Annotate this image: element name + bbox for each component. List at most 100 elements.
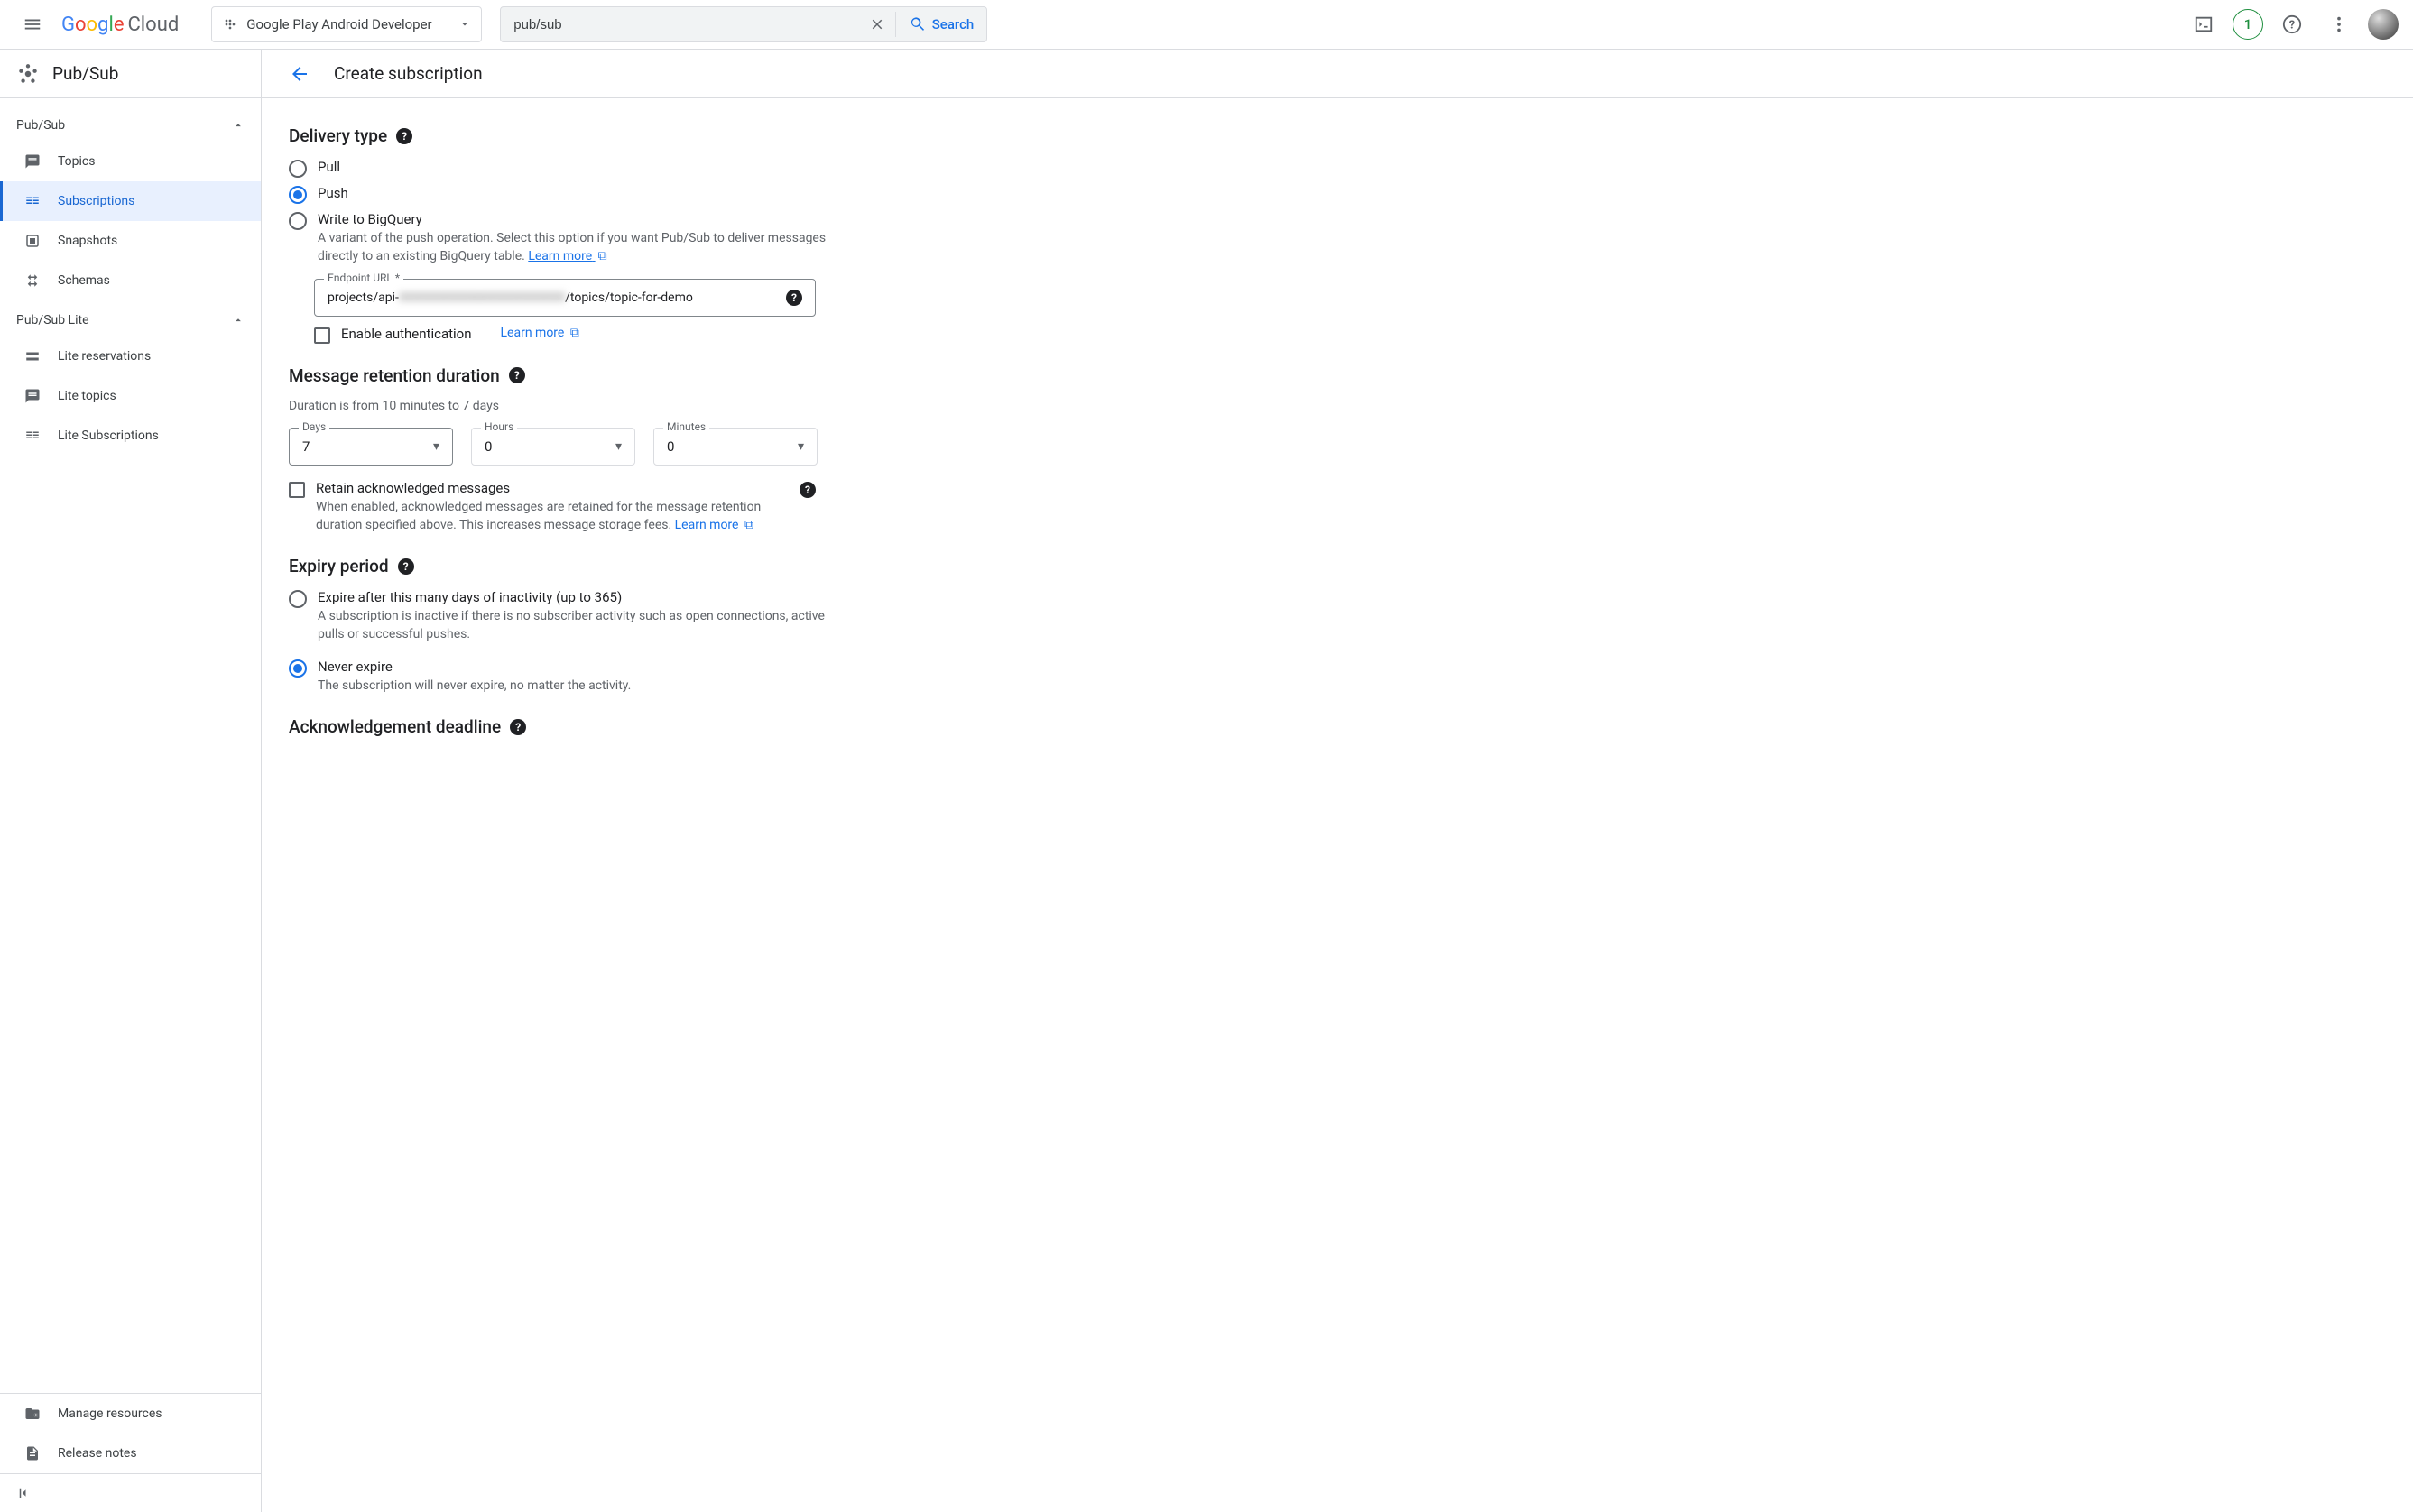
chevron-up-icon bbox=[232, 119, 245, 132]
radio-label: Push bbox=[318, 185, 348, 201]
lite-reservations-icon bbox=[23, 347, 42, 365]
nav-group-pubsub-lite[interactable]: Pub/Sub Lite bbox=[0, 300, 261, 337]
close-icon bbox=[869, 16, 885, 32]
select-value: 0 bbox=[667, 438, 798, 455]
sidebar-item-manage-resources[interactable]: Manage resources bbox=[0, 1394, 261, 1434]
sidebar-item-label: Subscriptions bbox=[58, 194, 134, 208]
nav-group-label: Pub/Sub bbox=[16, 118, 65, 133]
radio-pull[interactable]: Pull bbox=[289, 159, 2386, 178]
page-header: Create subscription bbox=[262, 50, 2413, 98]
endpoint-value-blurred: 0000000000000000000000000 bbox=[399, 290, 565, 305]
google-cloud-logo[interactable]: Google Cloud bbox=[61, 14, 179, 36]
days-select[interactable]: Days 7 ▾ bbox=[289, 428, 453, 466]
field-legend: Hours bbox=[481, 420, 517, 433]
retention-selects: Days 7 ▾ Hours 0 ▾ Minutes 0 ▾ bbox=[289, 428, 2386, 466]
radio-label: Pull bbox=[318, 159, 340, 175]
radio-button-icon bbox=[289, 212, 307, 230]
retain-ack-row: Retain acknowledged messages When enable… bbox=[289, 480, 816, 535]
sidebar-item-lite-reservations[interactable]: Lite reservations bbox=[0, 337, 261, 376]
logo-cloud-text: Cloud bbox=[127, 14, 179, 36]
radio-description: A variant of the push operation. Select … bbox=[318, 229, 832, 266]
nav-group-pubsub[interactable]: Pub/Sub bbox=[0, 106, 261, 142]
retention-heading: Message retention duration ? bbox=[289, 365, 2386, 386]
select-value: 7 bbox=[302, 438, 433, 455]
enable-auth-learn-more-link[interactable]: Learn more ⧉ bbox=[501, 326, 579, 340]
bigquery-learn-more-link[interactable]: Learn more ⧉ bbox=[528, 249, 606, 263]
select-value: 0 bbox=[485, 438, 615, 455]
ack-heading: Acknowledgement deadline ? bbox=[289, 716, 2386, 737]
retain-description: When enabled, acknowledged messages are … bbox=[316, 498, 789, 535]
section-heading-text: Message retention duration bbox=[289, 365, 500, 386]
content: Delivery type ? Pull Push Write to BigQu… bbox=[262, 98, 2413, 1512]
sidebar-item-label: Snapshots bbox=[58, 234, 117, 248]
nav-group-label: Pub/Sub Lite bbox=[16, 313, 89, 327]
retention-help-icon[interactable]: ? bbox=[509, 367, 525, 383]
snapshots-icon bbox=[23, 232, 42, 250]
external-link-icon: ⧉ bbox=[570, 326, 579, 340]
sidebar-item-label: Release notes bbox=[58, 1446, 137, 1461]
sidebar-footer: Manage resources Release notes bbox=[0, 1393, 261, 1473]
sidebar-item-snapshots[interactable]: Snapshots bbox=[0, 221, 261, 261]
cloud-shell-button[interactable] bbox=[2186, 6, 2222, 42]
main: Create subscription Delivery type ? Pull… bbox=[262, 50, 2413, 1512]
trial-count: 1 bbox=[2244, 16, 2252, 32]
enable-auth-checkbox[interactable] bbox=[314, 327, 330, 344]
pubsub-icon bbox=[16, 62, 40, 86]
collapse-icon bbox=[16, 1485, 32, 1501]
account-avatar[interactable] bbox=[2368, 9, 2399, 40]
radio-never-expire[interactable]: Never expire The subscription will never… bbox=[289, 659, 2386, 695]
back-button[interactable] bbox=[283, 58, 316, 90]
retain-ack-checkbox[interactable] bbox=[289, 482, 305, 498]
retain-help-icon[interactable]: ? bbox=[800, 482, 816, 498]
delivery-type-help-icon[interactable]: ? bbox=[396, 128, 412, 144]
nav-menu-button[interactable] bbox=[14, 6, 51, 42]
chevron-down-icon bbox=[459, 19, 470, 30]
radio-push[interactable]: Push bbox=[289, 185, 2386, 204]
topbar: Google Cloud Google Play Android Develop… bbox=[0, 0, 2413, 50]
section-heading-text: Expiry period bbox=[289, 556, 389, 576]
ack-help-icon[interactable]: ? bbox=[510, 719, 526, 735]
radio-button-icon bbox=[289, 590, 307, 608]
sidebar-item-release-notes[interactable]: Release notes bbox=[0, 1434, 261, 1473]
search-button[interactable]: Search bbox=[896, 15, 987, 33]
sidebar-item-schemas[interactable]: Schemas bbox=[0, 261, 261, 300]
sidebar-item-label: Topics bbox=[58, 154, 95, 169]
radio-button-icon bbox=[289, 659, 307, 678]
help-button[interactable]: ? bbox=[2274, 6, 2310, 42]
release-notes-icon bbox=[23, 1444, 42, 1462]
search-input-area bbox=[501, 17, 858, 32]
logo-google-text: Google bbox=[61, 14, 124, 36]
field-legend: Endpoint URL * bbox=[324, 272, 403, 284]
expiry-help-icon[interactable]: ? bbox=[398, 558, 414, 575]
cloud-shell-icon bbox=[2194, 14, 2214, 34]
radio-write-bigquery[interactable]: Write to BigQuery A variant of the push … bbox=[289, 211, 2386, 266]
layout: Pub/Sub Pub/Sub Topics Subscriptions Sna… bbox=[0, 50, 2413, 1512]
endpoint-value-prefix: projects/api- bbox=[328, 290, 399, 305]
endpoint-url-field[interactable]: Endpoint URL * projects/api-000000000000… bbox=[314, 279, 816, 317]
free-trial-badge[interactable]: 1 bbox=[2233, 9, 2263, 40]
sidebar-item-subscriptions[interactable]: Subscriptions bbox=[0, 181, 261, 221]
sidebar-item-topics[interactable]: Topics bbox=[0, 142, 261, 181]
hours-select[interactable]: Hours 0 ▾ bbox=[471, 428, 635, 466]
lite-subscriptions-icon bbox=[23, 427, 42, 445]
topbar-right: 1 ? bbox=[2186, 6, 2399, 42]
more-button[interactable] bbox=[2321, 6, 2357, 42]
search-input[interactable] bbox=[513, 17, 846, 32]
retain-learn-more-link[interactable]: Learn more ⧉ bbox=[675, 518, 753, 532]
chevron-up-icon bbox=[232, 314, 245, 327]
svg-text:?: ? bbox=[2289, 19, 2295, 32]
sidebar-item-lite-topics[interactable]: Lite topics bbox=[0, 376, 261, 416]
endpoint-help-icon[interactable]: ? bbox=[786, 290, 802, 306]
sidebar-item-lite-subscriptions[interactable]: Lite Subscriptions bbox=[0, 416, 261, 456]
minutes-select[interactable]: Minutes 0 ▾ bbox=[653, 428, 818, 466]
radio-label: Never expire bbox=[318, 659, 631, 675]
sidebar-collapse-button[interactable] bbox=[0, 1473, 261, 1512]
nav-scroll: Pub/Sub Topics Subscriptions Snapshots S… bbox=[0, 98, 261, 1393]
sidebar-item-label: Lite Subscriptions bbox=[58, 429, 159, 443]
search-button-label: Search bbox=[932, 16, 975, 32]
clear-search-button[interactable] bbox=[859, 6, 895, 42]
manage-resources-icon bbox=[23, 1405, 42, 1423]
radio-expire-days[interactable]: Expire after this many days of inactivit… bbox=[289, 589, 2386, 644]
project-picker[interactable]: Google Play Android Developer bbox=[211, 6, 482, 42]
subscriptions-icon bbox=[23, 192, 42, 210]
